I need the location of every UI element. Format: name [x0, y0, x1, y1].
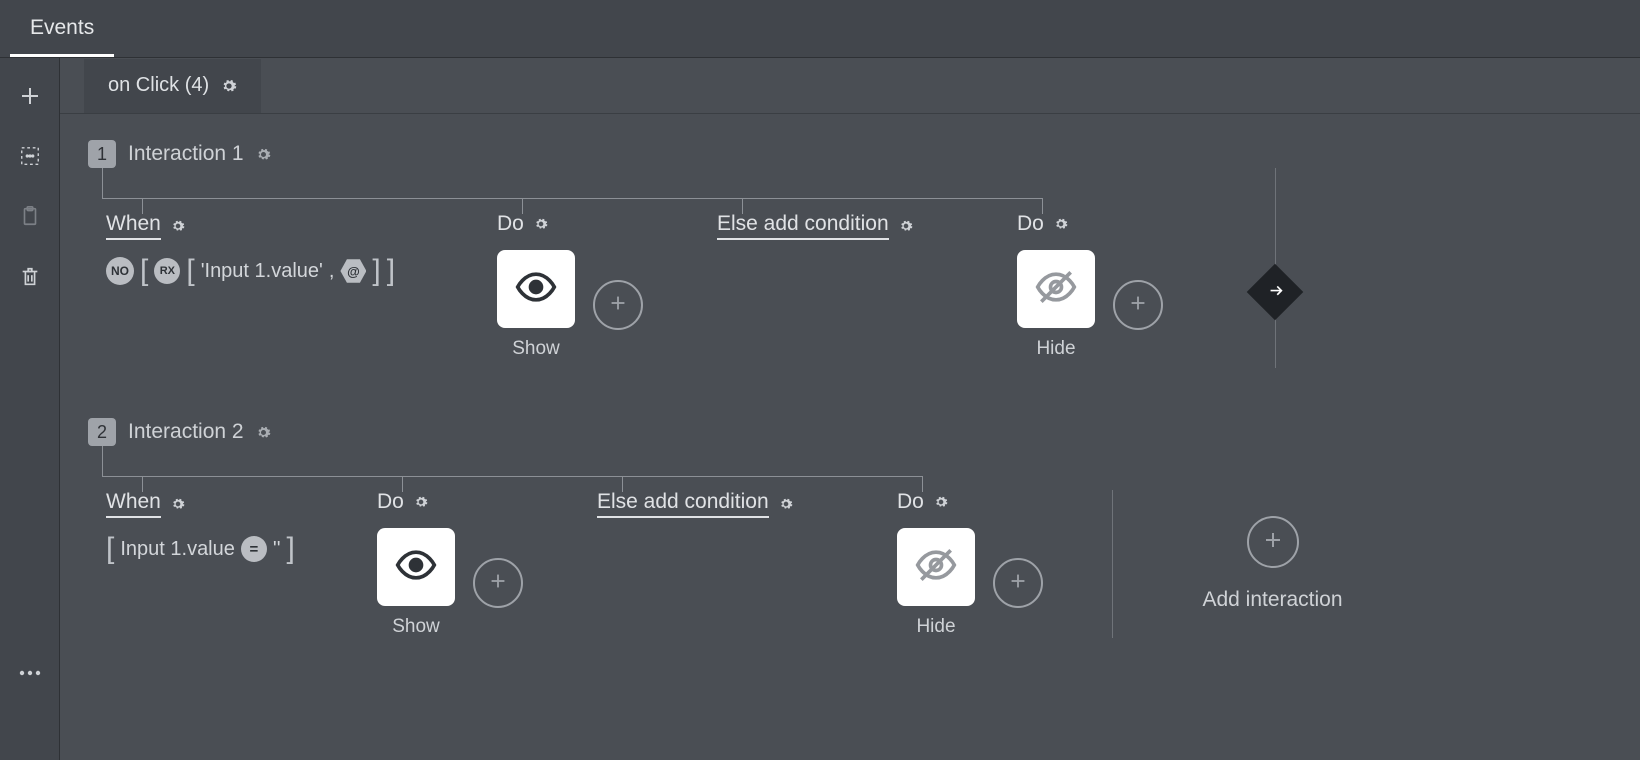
interaction-header[interactable]: 2 Interaction 2 [88, 418, 1640, 446]
string-literal: '' [273, 538, 281, 561]
left-rail [0, 58, 60, 760]
gear-icon[interactable] [256, 147, 271, 162]
interaction-2: 2 Interaction 2 When [88, 418, 1640, 638]
gear-icon[interactable] [221, 78, 237, 94]
add-button[interactable] [14, 80, 46, 115]
close-bracket: ] [387, 254, 395, 288]
arrow-right-icon [1259, 276, 1291, 308]
add-interaction-label: Add interaction [1202, 588, 1342, 612]
eye-off-icon [1034, 265, 1078, 314]
condition-expression[interactable]: NO [ RX [ 'Input 1.value' , @ ] ] [106, 254, 477, 288]
clipboard-icon [19, 216, 41, 231]
interaction-header[interactable]: 1 Interaction 1 [88, 140, 1640, 168]
gear-icon[interactable] [1054, 217, 1068, 231]
action-hide[interactable]: Hide [1017, 250, 1095, 360]
trigger-chip[interactable]: on Click (4) [84, 59, 261, 113]
gear-icon[interactable] [171, 219, 185, 233]
gear-icon[interactable] [899, 219, 913, 233]
do-header: Do [897, 490, 924, 514]
gear-icon[interactable] [414, 495, 428, 509]
plus-icon [1127, 292, 1149, 319]
condition-expression[interactable]: [ Input 1.value = '' ] [106, 532, 357, 566]
select-group-button[interactable] [15, 141, 45, 174]
plus-icon [18, 96, 42, 111]
comma: , [329, 260, 335, 283]
action-label: Hide [1017, 338, 1095, 360]
gear-icon[interactable] [779, 497, 793, 511]
eye-off-icon [914, 543, 958, 592]
plus-icon [487, 570, 509, 597]
ellipsis-icon [19, 664, 41, 679]
open-bracket: [ [140, 254, 148, 288]
more-button[interactable] [15, 660, 45, 683]
action-label: Show [377, 616, 455, 638]
work-area: on Click (4) 1 Interaction 1 [60, 58, 1640, 760]
not-operator-badge: NO [106, 257, 134, 285]
else-header[interactable]: Else add condition [597, 490, 769, 518]
plus-icon [1261, 528, 1285, 557]
interaction-title: Interaction 2 [128, 420, 244, 444]
at-badge: @ [340, 258, 366, 284]
do-header: Do [1017, 212, 1044, 236]
else-header[interactable]: Else add condition [717, 212, 889, 240]
action-label: Show [497, 338, 575, 360]
gear-icon[interactable] [934, 495, 948, 509]
interaction-number: 2 [88, 418, 116, 446]
clipboard-button[interactable] [15, 200, 45, 235]
open-bracket: [ [186, 254, 194, 288]
plus-icon [1007, 570, 1029, 597]
add-interaction-pane: Add interaction [1112, 490, 1372, 638]
interaction-1: 1 Interaction 1 When [88, 140, 1640, 360]
when-header[interactable]: When [106, 490, 161, 518]
field-reference: 'Input 1.value' [201, 260, 323, 283]
action-show[interactable]: Show [497, 250, 575, 360]
trash-icon [19, 277, 41, 292]
close-bracket: ] [372, 254, 380, 288]
plus-icon [607, 292, 629, 319]
regex-operator-badge: RX [154, 258, 180, 284]
interaction-title: Interaction 1 [128, 142, 244, 166]
do-header: Do [497, 212, 524, 236]
action-label: Hide [897, 616, 975, 638]
trigger-bar: on Click (4) [60, 58, 1640, 114]
tab-events-label: Events [30, 16, 94, 39]
open-bracket: [ [106, 532, 114, 566]
field-reference: Input 1.value [120, 538, 235, 561]
action-show[interactable]: Show [377, 528, 455, 638]
tab-events[interactable]: Events [10, 2, 114, 57]
when-header[interactable]: When [106, 212, 161, 240]
add-action-button[interactable] [1113, 280, 1163, 330]
do-header: Do [377, 490, 404, 514]
add-interaction-button[interactable] [1247, 516, 1299, 568]
continue-diamond[interactable] [1247, 264, 1304, 321]
gear-icon[interactable] [256, 425, 271, 440]
marquee-icon [19, 155, 41, 170]
gear-icon[interactable] [534, 217, 548, 231]
delete-button[interactable] [15, 261, 45, 296]
gear-icon[interactable] [171, 497, 185, 511]
close-bracket: ] [287, 532, 295, 566]
eye-icon [394, 543, 438, 592]
add-action-button[interactable] [473, 558, 523, 608]
tab-strip: Events [0, 0, 1640, 58]
equals-badge: = [241, 536, 267, 562]
add-action-button[interactable] [993, 558, 1043, 608]
interaction-number: 1 [88, 140, 116, 168]
add-action-button[interactable] [593, 280, 643, 330]
trigger-label: on Click (4) [108, 74, 209, 97]
action-hide[interactable]: Hide [897, 528, 975, 638]
eye-icon [514, 265, 558, 314]
